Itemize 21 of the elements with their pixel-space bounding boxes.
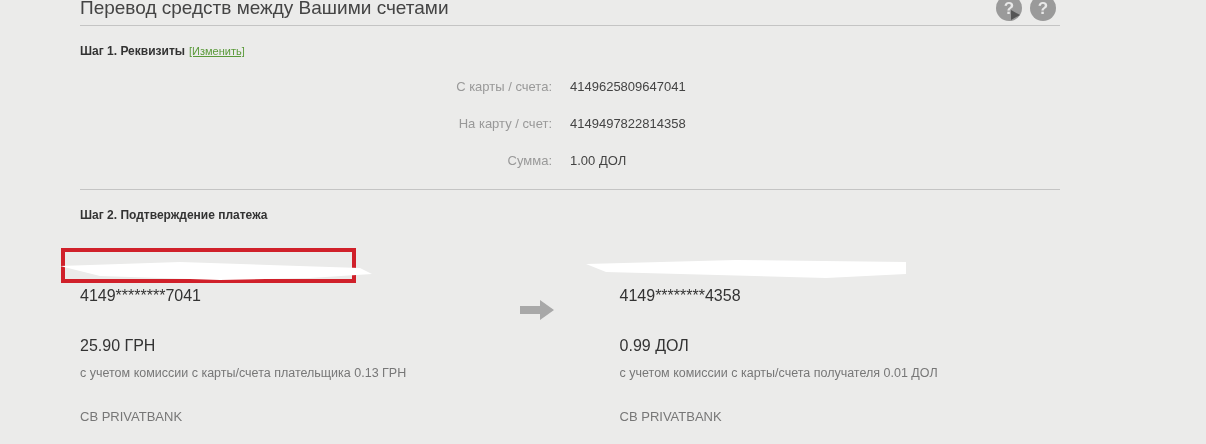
card-number: 4149********4358: [619, 286, 742, 306]
change-link[interactable]: [Изменить]: [189, 43, 245, 60]
commission-note: с учетом комиссии с карты/счета плательщика 0.13 ГРН: [80, 365, 408, 382]
help-button[interactable]: ?: [996, 0, 1022, 21]
bank-name: CB PRIVATBANK: [80, 407, 184, 426]
field-value: 1.00 ДОЛ: [570, 151, 627, 170]
page-title: Перевод средств между Вашими счетами: [80, 0, 449, 20]
amount: 0.99 ДОЛ: [619, 336, 690, 356]
bank-name: CB PRIVATBANK: [619, 407, 723, 426]
step-heading: Шаг 2. Подтверждение платежа: [80, 207, 269, 224]
help-button[interactable]: ?: [1030, 0, 1056, 21]
arrow-icon: [520, 300, 555, 320]
field-value: 4149625809647041: [570, 77, 686, 96]
field-label: Сумма:: [506, 151, 552, 170]
field-label: На карту / счет:: [457, 114, 552, 133]
field-value: 4149497822814358: [570, 114, 686, 133]
commission-note: с учетом комиссии с карты/счета получателя 0.01 ДОЛ: [619, 365, 939, 382]
amount: 25.90 ГРН: [80, 336, 157, 356]
field-label: С карты / счета:: [455, 77, 552, 96]
step-heading: Шаг 1. Реквизиты: [80, 43, 185, 60]
card-number: 4149********7041: [80, 286, 202, 306]
